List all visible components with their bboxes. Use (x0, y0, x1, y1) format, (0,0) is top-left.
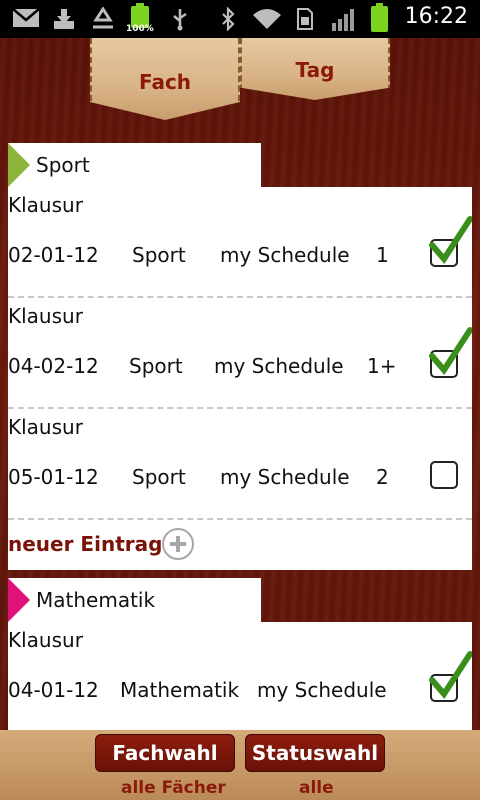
fachwahl-button[interactable]: Fachwahl (95, 734, 235, 772)
statuswahl-value: alle (299, 778, 334, 798)
status-bar: 100% 16:22 (0, 0, 480, 38)
entry-type: Klausur (8, 415, 83, 439)
section-marker-icon (8, 143, 30, 187)
bluetooth-icon (220, 6, 236, 32)
entry-date: 02-01-12 (8, 243, 99, 267)
new-entry-row[interactable]: neuer Eintrag (8, 520, 472, 570)
fachwahl-label: Fachwahl (112, 741, 218, 765)
section-header-sport[interactable]: Sport (8, 143, 261, 187)
battery-percent: 100% (126, 24, 154, 34)
checkmark-icon (429, 651, 472, 699)
tab-tag-label: Tag (295, 58, 335, 82)
battery-icon (371, 3, 388, 32)
new-entry-label: neuer Eintrag (8, 532, 163, 556)
fachwahl-value: alle Fächer (121, 778, 226, 798)
wifi-icon (252, 7, 282, 31)
section-entries-mathematik: Klausur 04-01-12 Mathematik my Schedule (8, 622, 472, 730)
entry-subject: Mathematik (120, 678, 240, 702)
entry-subject: Sport (132, 243, 186, 267)
usb-icon (170, 7, 190, 31)
section-title: Mathematik (36, 588, 156, 612)
entry-schedule: my Schedule (257, 678, 387, 702)
bottom-bar: Fachwahl alle Fächer Statuswahl alle (0, 730, 480, 800)
tab-bar: Fach Tag (0, 38, 480, 128)
done-checkbox[interactable] (430, 461, 458, 489)
entry-list[interactable]: Sport Klausur 02-01-12 Sport my Schedule… (0, 128, 480, 730)
entry-grade: 1+ (367, 354, 397, 378)
entry-subject: Sport (129, 354, 183, 378)
clock: 16:22 (404, 4, 468, 29)
download-icon (52, 7, 76, 31)
list-item[interactable]: Klausur 04-02-12 Sport my Schedule 1+ (8, 298, 472, 409)
statuswahl-label: Statuswahl (251, 741, 379, 765)
section-title: Sport (36, 153, 90, 177)
section-marker-icon (8, 578, 30, 622)
entry-date: 04-01-12 (8, 678, 99, 702)
entry-schedule: my Schedule (220, 465, 350, 489)
signal-icon (332, 9, 356, 31)
tab-fach-label: Fach (138, 70, 192, 94)
statuswahl-button[interactable]: Statuswahl (245, 734, 385, 772)
sim-icon (296, 7, 314, 31)
list-item[interactable]: Klausur 05-01-12 Sport my Schedule 2 (8, 409, 472, 520)
entry-type: Klausur (8, 193, 83, 217)
section-entries-sport: Klausur 02-01-12 Sport my Schedule 1 Kla… (8, 187, 472, 570)
entry-date: 04-02-12 (8, 354, 99, 378)
entry-subject: Sport (132, 465, 186, 489)
tab-fach[interactable]: Fach (90, 38, 240, 120)
entry-type: Klausur (8, 304, 83, 328)
recycle-icon (90, 6, 116, 31)
section-header-mathematik[interactable]: Mathematik (8, 578, 261, 622)
gmail-icon (12, 7, 40, 31)
list-item[interactable]: Klausur 04-01-12 Mathematik my Schedule (8, 622, 472, 730)
entry-schedule: my Schedule (220, 243, 350, 267)
checkmark-icon (429, 327, 472, 375)
checkmark-icon (429, 216, 472, 264)
add-circle-icon[interactable] (162, 528, 194, 560)
entry-date: 05-01-12 (8, 465, 99, 489)
entry-type: Klausur (8, 628, 83, 652)
list-item[interactable]: Klausur 02-01-12 Sport my Schedule 1 (8, 187, 472, 298)
entry-grade: 1 (376, 243, 389, 267)
entry-schedule: my Schedule (214, 354, 344, 378)
tab-tag[interactable]: Tag (240, 38, 390, 100)
entry-grade: 2 (376, 465, 389, 489)
